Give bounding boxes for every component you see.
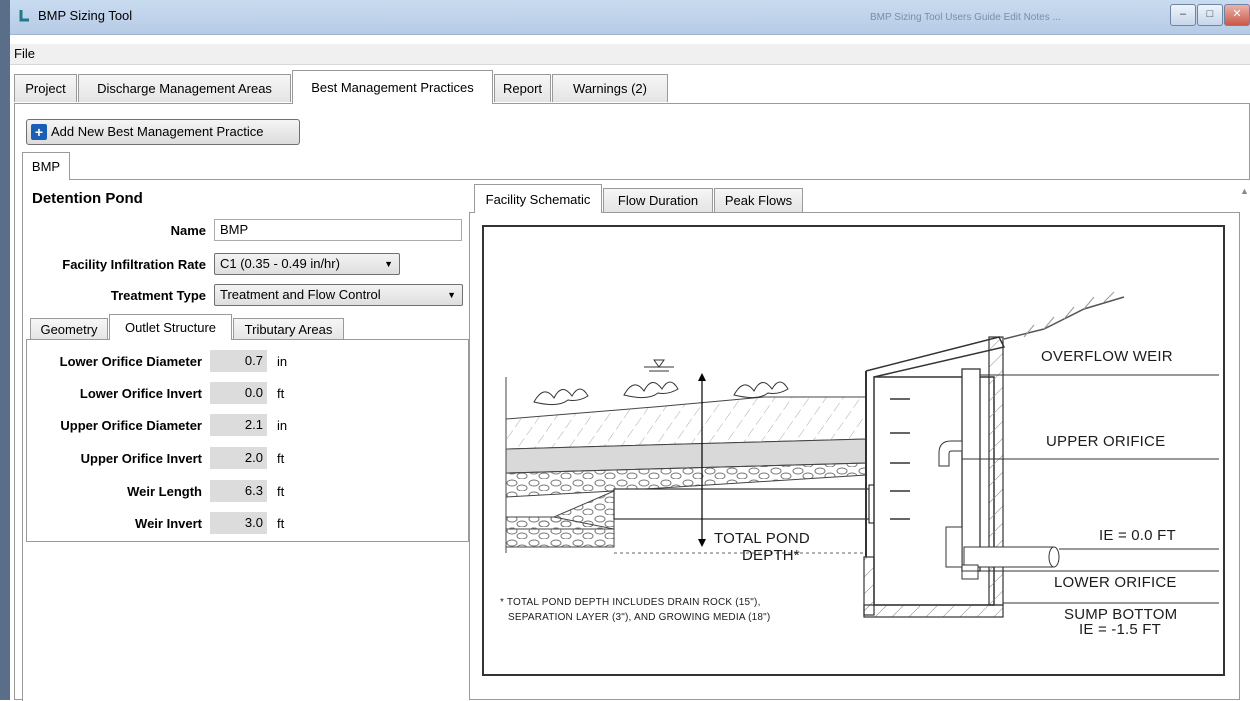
title-bar: BMP Sizing Tool BMP Sizing Tool Users Gu…: [10, 0, 1250, 35]
weir-invert-value: 3.0: [210, 512, 267, 534]
treatment-type-select[interactable]: Treatment and Flow Control ▼: [214, 284, 463, 306]
treatment-type-label: Treatment Type: [110, 288, 206, 303]
infiltration-rate-label: Facility Infiltration Rate: [62, 257, 206, 272]
window-left-edge: [0, 0, 10, 700]
weir-length-value: 6.3: [210, 480, 267, 502]
note-line-2: SEPARATION LAYER (3"), AND GROWING MEDIA…: [508, 612, 771, 623]
tab-peak-flows[interactable]: Peak Flows: [714, 188, 803, 212]
tab-tributary-areas[interactable]: Tributary Areas: [233, 318, 344, 340]
note-line-1: * TOTAL POND DEPTH INCLUDES DRAIN ROCK (…: [500, 597, 761, 608]
weir-length-unit: ft: [277, 484, 285, 499]
plus-icon: +: [31, 124, 47, 140]
tab-geometry[interactable]: Geometry: [30, 318, 108, 340]
window-title: BMP Sizing Tool: [38, 8, 133, 23]
label-depth: DEPTH*: [742, 547, 800, 564]
weir-invert-unit: ft: [277, 516, 285, 531]
close-button[interactable]: ✕: [1224, 4, 1250, 26]
weir-invert-label: Weir Invert: [135, 516, 202, 531]
tab-outlet-structure[interactable]: Outlet Structure: [109, 314, 232, 340]
upper-orifice-invert-label: Upper Orifice Invert: [80, 451, 202, 466]
upper-orifice-diameter-value: 2.1: [210, 414, 267, 436]
lower-orifice-diameter-value: 0.7: [210, 350, 267, 372]
infiltration-rate-value: C1 (0.35 - 0.49 in/hr): [220, 256, 340, 271]
label-ie-zero: IE = 0.0 FT: [1099, 527, 1176, 544]
lower-orifice-invert-value: 0.0: [210, 382, 267, 404]
upper-orifice-invert-unit: ft: [277, 451, 285, 466]
add-bmp-label: Add New Best Management Practice: [51, 124, 264, 139]
tab-discharge-management-areas[interactable]: Discharge Management Areas: [78, 74, 291, 102]
tab-best-management-practices[interactable]: Best Management Practices: [292, 70, 493, 104]
chevron-down-icon: ▼: [447, 290, 456, 300]
facility-title: Detention Pond: [32, 190, 143, 207]
window-title-secondary: BMP Sizing Tool Users Guide Edit Notes .…: [870, 12, 1061, 23]
add-bmp-button[interactable]: + Add New Best Management Practice: [26, 119, 300, 145]
menu-file[interactable]: File: [14, 46, 35, 61]
maximize-button[interactable]: □: [1197, 4, 1223, 26]
tab-bmp[interactable]: BMP: [22, 152, 70, 180]
chevron-down-icon: ▼: [384, 259, 393, 269]
label-upper-orifice: UPPER ORIFICE: [1046, 433, 1166, 450]
label-lower-orifice: LOWER ORIFICE: [1054, 574, 1177, 591]
name-label: Name: [170, 223, 206, 238]
weir-length-label: Weir Length: [127, 484, 202, 499]
label-total-pond: TOTAL POND: [714, 530, 810, 547]
treatment-type-value: Treatment and Flow Control: [220, 287, 381, 302]
upper-orifice-diameter-unit: in: [277, 418, 288, 433]
lower-orifice-invert-unit: ft: [277, 386, 285, 401]
label-sump-ie: IE = -1.5 FT: [1079, 621, 1162, 638]
tab-report[interactable]: Report: [494, 74, 551, 102]
upper-orifice-diameter-label: Upper Orifice Diameter: [60, 418, 202, 433]
infiltration-rate-select[interactable]: C1 (0.35 - 0.49 in/hr) ▼: [214, 253, 400, 275]
minimize-button[interactable]: –: [1170, 4, 1196, 26]
app-icon: [19, 10, 29, 22]
name-input[interactable]: BMP: [214, 219, 462, 241]
menu-bar: File: [10, 44, 1250, 65]
lower-orifice-diameter-unit: in: [277, 354, 288, 369]
label-overflow-weir: OVERFLOW WEIR: [1041, 348, 1173, 365]
tab-facility-schematic[interactable]: Facility Schematic: [474, 184, 602, 213]
tab-project[interactable]: Project: [14, 74, 77, 102]
tab-flow-duration[interactable]: Flow Duration: [603, 188, 713, 212]
tab-warnings[interactable]: Warnings (2): [552, 74, 668, 102]
lower-orifice-invert-label: Lower Orifice Invert: [79, 386, 202, 401]
facility-schematic: OVERFLOW WEIR UPPER ORIFICE IE = 0.0 FT …: [482, 225, 1225, 676]
scroll-up-icon[interactable]: ▲: [1240, 186, 1249, 196]
lower-orifice-diameter-label: Lower Orifice Diameter: [59, 354, 202, 369]
upper-orifice-invert-value: 2.0: [210, 447, 267, 469]
